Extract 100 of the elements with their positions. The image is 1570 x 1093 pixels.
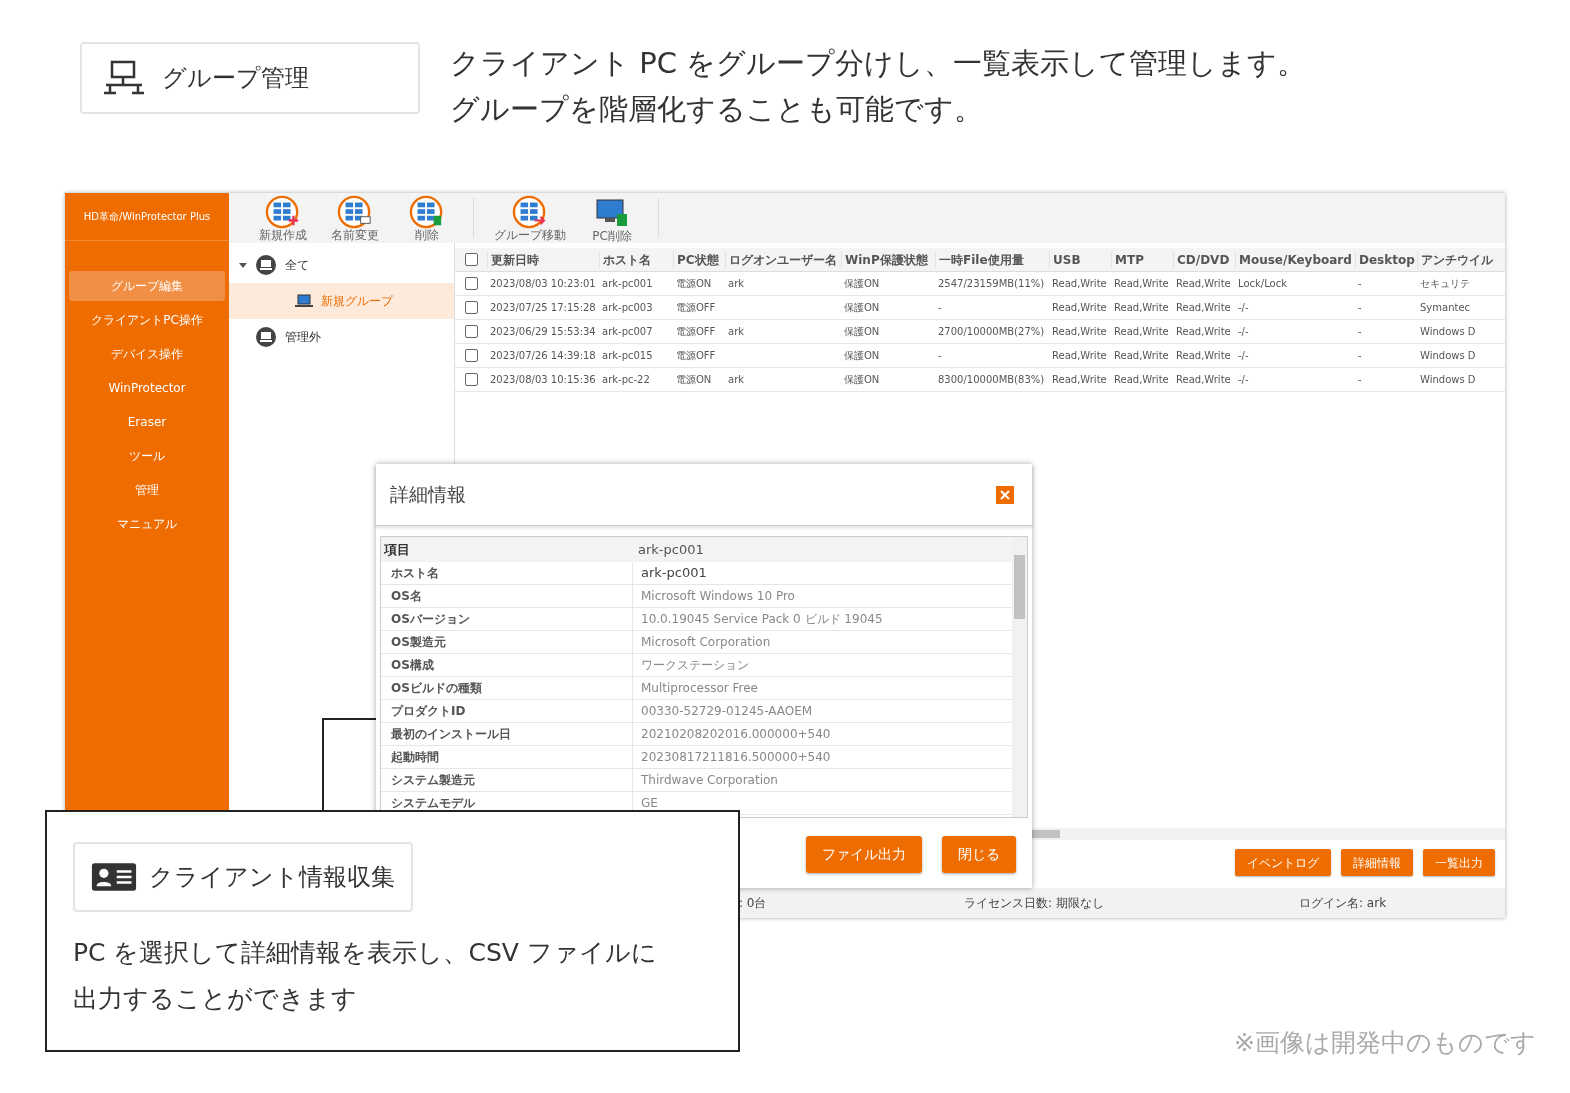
table-cell-text: - [1357, 277, 1363, 291]
sidebar-item[interactable]: マニュアル [69, 509, 225, 539]
id-card-icon [91, 861, 137, 893]
table-cell-text: 保護ON [843, 325, 881, 339]
table-cell-text: 2023/08/03 10:23:01 [489, 277, 597, 291]
laptop-icon [295, 294, 313, 308]
table-cell-text: 2023/07/25 17:15:28 [489, 301, 597, 315]
sidebar-item[interactable]: デバイス操作 [69, 339, 225, 369]
column-header[interactable]: Desktop [1355, 250, 1417, 269]
table-cell-text: Multiprocessor Free [640, 680, 758, 697]
status-text: ライセンス日数: 期限なし [964, 895, 1105, 912]
sidebar-item[interactable]: WinProtector [69, 373, 225, 403]
app-title: HD革命/WinProtector Plus [83, 210, 211, 224]
checkbox[interactable] [464, 373, 478, 386]
table-cell-text: 保護ON [843, 349, 881, 363]
table-cell-text: 2023/06/29 15:53:34 [489, 325, 597, 339]
toolbar-button[interactable]: グループ移動 [494, 194, 566, 242]
table-cell-text: ワークステーション [640, 657, 749, 674]
status-text: : 0台 [739, 895, 768, 912]
action-button[interactable]: 詳細情報 [1341, 849, 1413, 876]
table-cell-text: 電源ON [675, 277, 713, 291]
feature-description: PC を選択して詳細情報を表示し、CSV ファイルに [73, 937, 658, 969]
tree-item[interactable]: 全て [229, 247, 454, 283]
footnote: ※画像は開発中のものです [1234, 1027, 1536, 1059]
column-header: ark-pc001 [637, 540, 704, 559]
table-cell-text: ark-pc015 [601, 349, 654, 363]
column-header[interactable]: PC状態 [673, 250, 725, 269]
checkbox[interactable] [464, 349, 478, 362]
toolbar-button[interactable]: 名前変更 [329, 194, 381, 242]
table-cell-text: -/- [1237, 301, 1250, 315]
table-cell-text: 20210208202016.000000+540 [640, 726, 831, 743]
table-cell: 最初のインストール日 [381, 723, 633, 745]
table-cell-text: Lock/Lock [1237, 277, 1288, 291]
table-cell-text: Read,Write [1175, 373, 1232, 387]
sidebar-item[interactable]: クライアントPC操作 [69, 305, 225, 335]
table-cell: OSバージョン [381, 608, 633, 630]
table-cell-text: ark [727, 277, 746, 291]
table-cell-text: Read,Write [1113, 349, 1170, 363]
table-cell-text: -/- [1237, 373, 1250, 387]
table-cell-text: Windows D [1419, 373, 1477, 387]
column-header[interactable]: アンチウイル [1417, 250, 1495, 269]
table-cell-text: Read,Write [1175, 325, 1232, 339]
action-button[interactable]: 一覧出力 [1423, 849, 1495, 876]
close-button[interactable] [996, 485, 1014, 504]
sidebar-item[interactable]: 管理 [69, 475, 225, 505]
table-cell-text: Read,Write [1051, 373, 1108, 387]
table-cell-text: 2547/23159MB(11%) [937, 277, 1046, 291]
checkbox[interactable] [464, 253, 478, 266]
table-cell-text: ark [727, 373, 746, 387]
checkbox[interactable] [464, 325, 478, 338]
feature-description: クライアント PC をグループ分けし、一覧表示して管理します。 [450, 45, 1307, 82]
close-icon [1000, 489, 1010, 500]
toolbar-button[interactable]: 新規作成 [257, 194, 309, 242]
column-header[interactable]: CD/DVD [1173, 250, 1235, 269]
table-cell-text: Read,Write [1113, 277, 1170, 291]
action-button[interactable]: イベントログ [1235, 849, 1331, 876]
dialog-button[interactable]: ファイル出力 [806, 836, 922, 873]
table-cell: OSビルドの種類 [381, 677, 633, 699]
table-cell: OS構成 [381, 654, 633, 676]
table-cell-text: ark [727, 325, 746, 339]
table-cell-text: 電源OFF [675, 301, 717, 315]
column-header[interactable]: MTP [1111, 250, 1173, 269]
computer-icon [255, 254, 277, 276]
sidebar-item[interactable]: ツール [69, 441, 225, 471]
column-header[interactable]: ログオンユーザー名 [725, 250, 841, 269]
checkbox[interactable] [464, 301, 478, 314]
tree-item[interactable]: 管理外 [229, 319, 454, 355]
column-header[interactable]: WinP保護状態 [841, 250, 935, 269]
table-cell-text: 保護ON [843, 373, 881, 387]
column-header[interactable]: 更新日時 [487, 250, 599, 269]
table-cell-text: 保護ON [843, 301, 881, 315]
feature-title: クライアント情報収集 [149, 862, 395, 893]
table-cell-text: 10.0.19045 Service Pack 0 ビルド 19045 [640, 611, 883, 628]
table-cell-text: Read,Write [1175, 277, 1232, 291]
column-header[interactable]: 一時File使用量 [935, 250, 1049, 269]
table-cell-text: Read,Write [1113, 373, 1170, 387]
vertical-scrollbar[interactable] [1012, 537, 1027, 817]
table-cell-text: - [1357, 349, 1363, 363]
table-cell-text: 2023/08/03 10:15:36 [489, 373, 597, 387]
dialog-button[interactable]: 閉じる [942, 836, 1016, 873]
table-cell-text: - [937, 349, 943, 363]
network-icon [102, 60, 146, 96]
column-header[interactable]: USB [1049, 250, 1111, 269]
table-cell-text: 2700/10000MB(27%) [937, 325, 1046, 339]
toolbar-button[interactable]: PC削除 [586, 193, 638, 243]
table-cell-text: Read,Write [1175, 349, 1232, 363]
table-cell-text: - [937, 301, 943, 315]
table-cell-text: ark-pc001 [640, 564, 707, 583]
column-header[interactable]: ホスト名 [599, 250, 673, 269]
toolbar-button[interactable]: 削除 [401, 194, 453, 242]
table-cell: ホスト名 [381, 562, 633, 584]
table-cell-text: Windows D [1419, 349, 1477, 363]
caret-icon[interactable] [239, 261, 247, 269]
table-cell: OS名 [381, 585, 633, 607]
table-cell-text: Read,Write [1051, 325, 1108, 339]
checkbox[interactable] [464, 277, 478, 290]
sidebar-item[interactable]: Eraser [69, 407, 225, 437]
column-header[interactable]: Mouse/Keyboard [1235, 250, 1355, 269]
table-cell-text: Symantec [1419, 301, 1472, 315]
status-text: ログイン名: ark [1299, 895, 1387, 912]
